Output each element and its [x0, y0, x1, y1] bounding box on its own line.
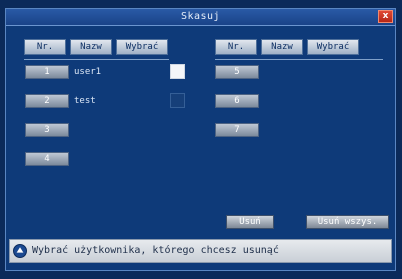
- user-slot-1-button[interactable]: 1: [25, 65, 69, 79]
- header-divider-left: [24, 59, 169, 60]
- delete-button[interactable]: Usuń: [226, 215, 274, 229]
- header-select-right: Wybrać: [307, 39, 359, 55]
- header-name-right: Nazw: [261, 39, 303, 55]
- title-bar: Skasuj x: [6, 9, 395, 26]
- info-icon: [13, 244, 27, 258]
- header-name-left: Nazw: [70, 39, 112, 55]
- user-slot-2-button[interactable]: 2: [25, 94, 69, 108]
- status-bar: Wybrać użytkownika, którego chcesz usuną…: [9, 239, 392, 263]
- user-slot-3-button[interactable]: 3: [25, 123, 69, 137]
- close-button[interactable]: x: [378, 10, 393, 23]
- header-select-left: Wybrać: [116, 39, 168, 55]
- user-slot-2-name: test: [74, 96, 96, 106]
- delete-all-button[interactable]: Usuń wszys.: [306, 215, 389, 229]
- user-slot-4-button[interactable]: 4: [25, 152, 69, 166]
- status-message: Wybrać użytkownika, którego chcesz usuną…: [32, 245, 279, 256]
- header-number-left: Nr.: [24, 39, 66, 55]
- screen: Skasuj x Nr. Nazw Wybrać Nr. Nazw Wybrać…: [0, 0, 402, 279]
- header-divider-right: [215, 59, 383, 60]
- dialog-title: Skasuj: [180, 11, 221, 22]
- user-slot-1-checkbox[interactable]: [170, 64, 185, 79]
- user-slot-7-button[interactable]: 7: [215, 123, 259, 137]
- user-slot-2-checkbox[interactable]: [170, 93, 185, 108]
- user-slot-5-button[interactable]: 5: [215, 65, 259, 79]
- delete-user-dialog: Skasuj x Nr. Nazw Wybrać Nr. Nazw Wybrać…: [5, 8, 396, 271]
- user-slot-1-name: user1: [74, 67, 102, 77]
- header-number-right: Nr.: [215, 39, 257, 55]
- user-slot-6-button[interactable]: 6: [215, 94, 259, 108]
